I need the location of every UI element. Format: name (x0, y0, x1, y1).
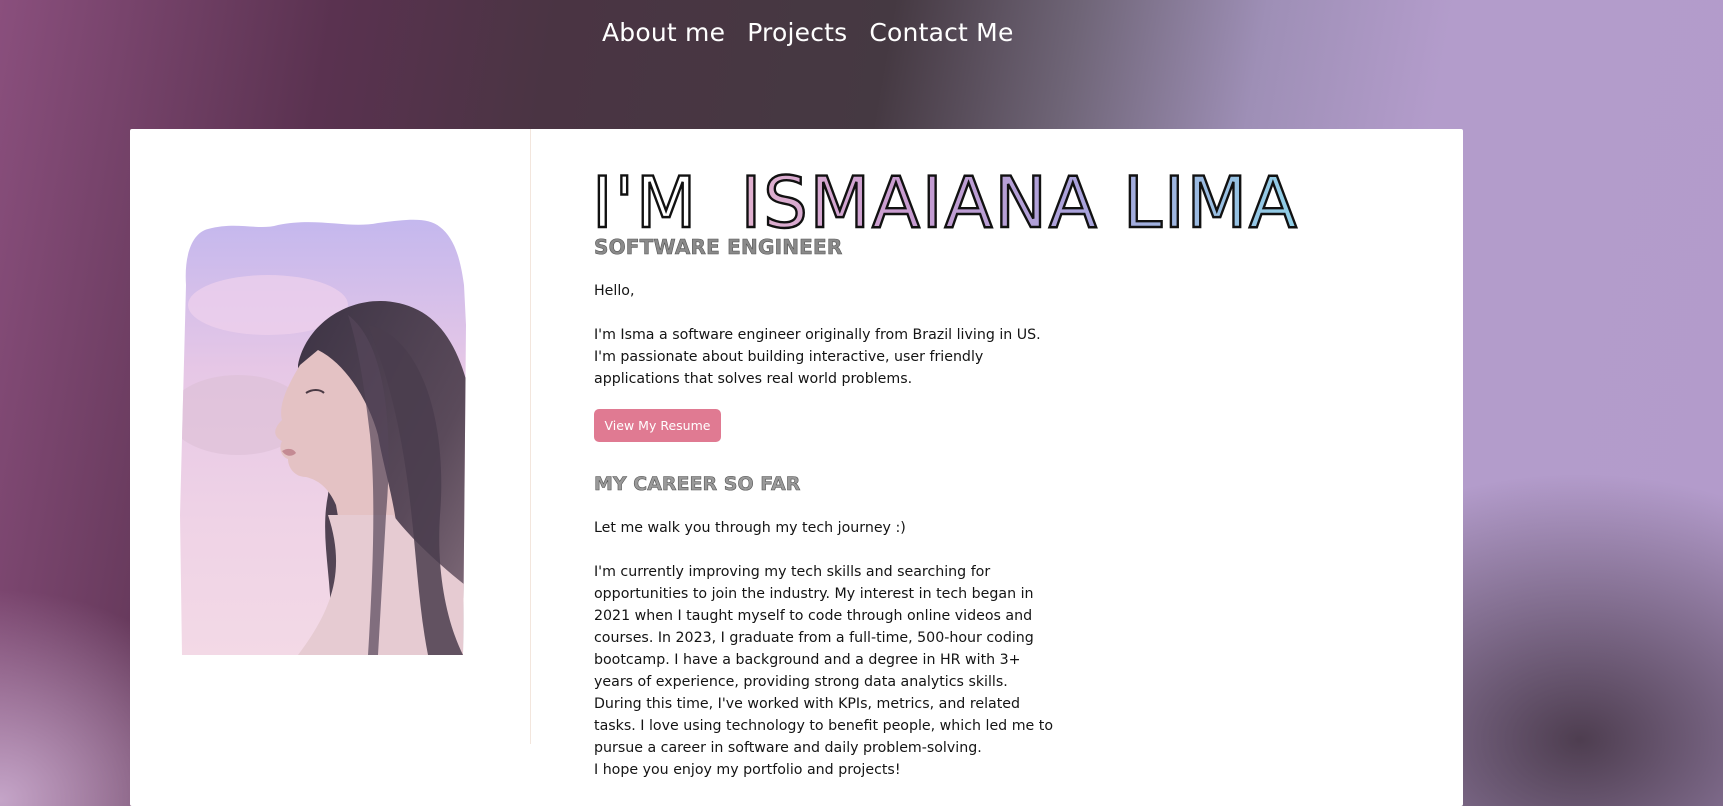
svg-text:I'M ISMAIANA LIMA: I'M ISMAIANA LIMA (592, 162, 1299, 241)
intro-line: applications that solves real world prob… (594, 371, 913, 387)
career-line: courses. In 2023, I graduate from a full… (594, 630, 1034, 646)
career-line: opportunities to join the industry. My i… (594, 586, 1034, 602)
vertical-divider (530, 129, 531, 744)
career-line: I'm currently improving my tech skills a… (594, 564, 991, 580)
nav-contact-link[interactable]: Contact Me (869, 18, 1013, 47)
greeting-text: Hello, (594, 283, 635, 299)
career-line: years of experience, providing strong da… (594, 674, 1008, 690)
intro-line: I'm passionate about building interactiv… (594, 349, 984, 365)
career-line: During this time, I've worked with KPIs,… (594, 696, 1021, 712)
career-line: I hope you enjoy my portfolio and projec… (594, 762, 901, 778)
career-line: bootcamp. I have a background and a degr… (594, 652, 1021, 668)
intro-line: I'm Isma a software engineer originally … (594, 327, 1041, 343)
career-line: 2021 when I taught myself to code throug… (594, 608, 1033, 624)
profile-photo (180, 219, 466, 655)
career-line: pursue a career in software and daily pr… (594, 740, 982, 756)
career-line: tasks. I love using technology to benefi… (594, 718, 1054, 734)
title-name: ISMAIANA LIMA (741, 162, 1299, 241)
career-lead: Let me walk you through my tech journey … (594, 520, 906, 536)
profile-card: I'M ISMAIANA LIMA SOFTWARE ENGINEER Hell… (130, 129, 1463, 806)
career-heading: MY CAREER SO FAR (594, 473, 801, 496)
subtitle: SOFTWARE ENGINEER (594, 235, 843, 260)
title-prefix: I'M (592, 162, 698, 241)
page-title: I'M ISMAIANA LIMA (591, 161, 1299, 241)
nav-about-link[interactable]: About me (602, 18, 725, 47)
view-resume-button[interactable]: View My Resume (594, 409, 721, 442)
nav-projects-link[interactable]: Projects (747, 18, 847, 47)
top-nav: About me Projects Contact Me (602, 18, 1014, 47)
